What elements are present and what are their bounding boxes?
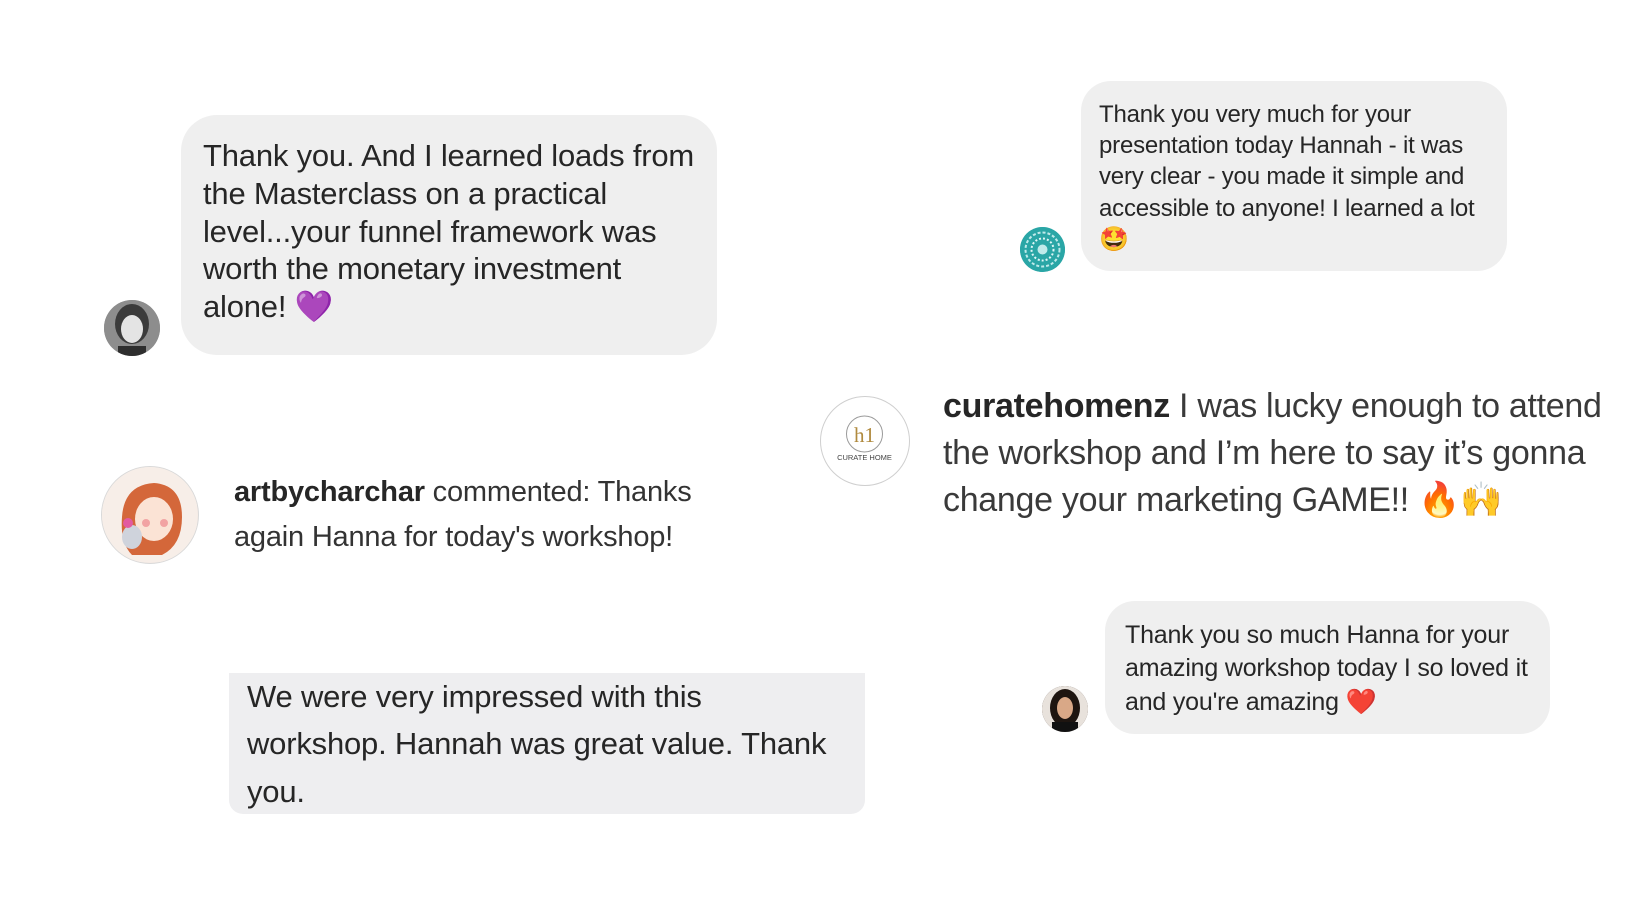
username-link[interactable]: artbycharchar xyxy=(234,476,425,508)
svg-text:h1: h1 xyxy=(854,423,875,447)
message-text: Thank you so much Hanna for your amazing… xyxy=(1125,621,1528,716)
woman-portrait-icon xyxy=(1042,686,1088,732)
woman-portrait-icon xyxy=(104,300,160,356)
comment-text: curatehomenz I was lucky enough to atten… xyxy=(943,383,1623,524)
raised-hands-icon: 🙌 xyxy=(1460,479,1503,520)
message-text: Thank you. And I learned loads from the … xyxy=(203,138,695,325)
testimonials-collage: Thank you. And I learned loads from the … xyxy=(0,0,1640,924)
avatar xyxy=(1042,686,1088,732)
avatar xyxy=(104,300,160,356)
username-link[interactable]: curatehomenz xyxy=(943,387,1170,425)
message-bubble: Thank you so much Hanna for your amazing… xyxy=(1105,601,1550,734)
avatar: h1 CURATE HOME xyxy=(820,396,910,486)
comment-text: artbycharchar commented: Thanks again Ha… xyxy=(234,470,754,560)
message-text: We were very impressed with this worksho… xyxy=(247,679,827,809)
message-text: Thank you very much for your presentatio… xyxy=(1099,101,1475,222)
message-bubble: Thank you. And I learned loads from the … xyxy=(181,115,717,355)
avatar xyxy=(101,466,199,564)
svg-text:CURATE HOME: CURATE HOME xyxy=(837,453,892,462)
fire-icon: 🔥 xyxy=(1418,479,1461,520)
mandala-icon xyxy=(1020,227,1065,272)
message-bubble: Thank you very much for your presentatio… xyxy=(1081,81,1507,271)
illustrated-girl-icon xyxy=(102,467,197,562)
red-heart-icon: ❤️ xyxy=(1345,687,1377,716)
message-bubble: We were very impressed with this worksho… xyxy=(229,673,865,814)
star-struck-icon: 🤩 xyxy=(1099,224,1129,253)
curate-home-logo-icon: h1 CURATE HOME xyxy=(837,415,892,462)
avatar xyxy=(1020,227,1065,272)
purple-heart-icon: 💜 xyxy=(294,289,334,326)
